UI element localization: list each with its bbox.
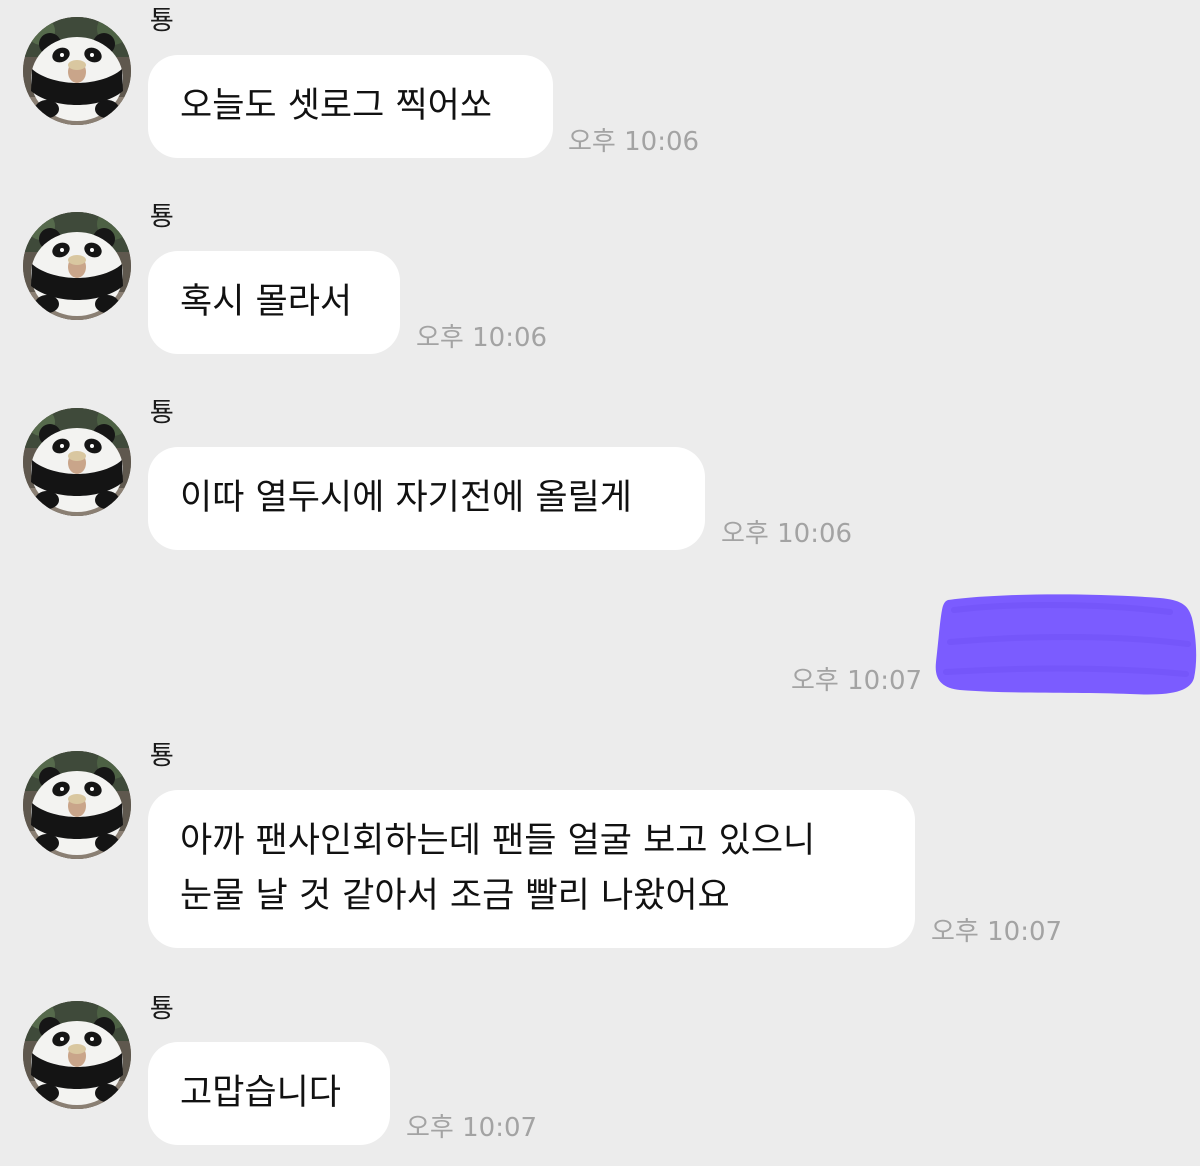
panda-statue-avatar-icon[interactable] (23, 408, 131, 516)
message-timestamp: 오후 10:07 (931, 917, 1063, 947)
panda-statue-avatar-icon[interactable] (23, 212, 131, 320)
message-bubble[interactable]: 혹시 몰라서 (148, 251, 400, 354)
message-text: 오늘도 셋로그 찍어쏘 (180, 86, 493, 126)
message-timestamp: 오후 10:06 (416, 323, 548, 353)
message-timestamp: 오후 10:07 (791, 666, 923, 696)
message-bubble[interactable]: 고맙습니다 (148, 1042, 390, 1145)
message-timestamp: 오후 10:06 (721, 519, 853, 549)
sender-name: 툥 (150, 741, 174, 771)
panda-statue-avatar-icon[interactable] (23, 17, 131, 125)
sender-name: 툥 (150, 202, 174, 232)
panda-statue-avatar-icon[interactable] (23, 751, 131, 859)
message-text: 이따 열두시에 자기전에 올릴게 (180, 478, 632, 518)
panda-statue-avatar-icon[interactable] (23, 1001, 131, 1109)
message-bubble[interactable]: 이따 열두시에 자기전에 올릴게 (148, 447, 705, 550)
sender-name: 툥 (150, 994, 174, 1024)
message-text: 고맙습니다 (180, 1073, 342, 1113)
message-text: 눈물 날 것 같아서 조금 빨리 나왔어요 (180, 876, 730, 916)
message-bubble[interactable]: 아까 팬사인회하는데 팬들 얼굴 보고 있으니 눈물 날 것 같아서 조금 빨리… (148, 790, 915, 948)
message-text: 아까 팬사인회하는데 팬들 얼굴 보고 있으니 (180, 821, 816, 861)
message-timestamp: 오후 10:06 (568, 127, 700, 157)
message-text: 혹시 몰라서 (180, 282, 353, 322)
chat-conversation[interactable]: 툥 오늘도 셋로그 찍어쏘 오후 10:06 툥 혹시 몰라서 오후 10:06… (0, 0, 1200, 1166)
redacted-outgoing-message[interactable] (930, 590, 1200, 700)
message-bubble[interactable]: 오늘도 셋로그 찍어쏘 (148, 55, 553, 158)
message-timestamp: 오후 10:07 (406, 1113, 538, 1143)
sender-name: 툥 (150, 6, 174, 36)
sender-name: 툥 (150, 398, 174, 428)
